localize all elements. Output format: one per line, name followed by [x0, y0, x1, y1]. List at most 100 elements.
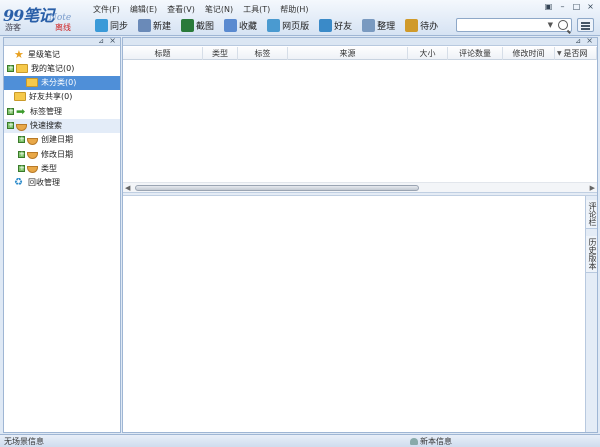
friends-button[interactable]: 好友	[316, 17, 355, 33]
tree-item-label: 创建日期	[41, 135, 73, 145]
date-icon	[27, 137, 38, 145]
sync-button[interactable]: 同步	[92, 17, 131, 33]
menu-file[interactable]: 文件(F)	[93, 4, 120, 16]
app-logo: 99笔记 Note 游客 离线	[3, 2, 87, 32]
column-header[interactable]: 大小	[408, 47, 448, 60]
close-panel-icon[interactable]: ×	[109, 36, 116, 45]
favorite-button[interactable]: 收藏	[221, 17, 260, 33]
minimize-icon[interactable]: –	[557, 2, 568, 11]
web-version-button[interactable]: 网页版	[264, 17, 312, 33]
menu-help[interactable]: 帮助(H)	[280, 4, 308, 16]
menu-note[interactable]: 笔记(N)	[205, 4, 233, 16]
tree-item[interactable]: 好友共享(0)	[4, 90, 120, 104]
tree-item[interactable]: + ➡ 标签管理	[4, 104, 120, 118]
tree-item[interactable]: + 快速搜索	[4, 118, 120, 133]
column-header[interactable]: 修改时间	[503, 47, 555, 60]
note-panel: ⊿ × 标题 类型 标签 来源 大小 评论数量 修改时间 是否网 ▼ ◀ ▶ 评论栏 历史版本	[122, 36, 598, 433]
tree-item[interactable]: ★ 星级笔记	[4, 47, 120, 61]
scroll-left-icon[interactable]: ◀	[125, 184, 130, 192]
folder-icon	[16, 63, 28, 73]
offline-status: 离线	[55, 23, 71, 32]
view-menu-button[interactable]	[577, 18, 594, 32]
user-label[interactable]: 游客	[5, 22, 21, 33]
todo-button[interactable]: 待办	[402, 17, 441, 33]
tab-history[interactable]: 历史版本	[586, 236, 597, 273]
status-bar: 无场景信息 新本信息	[0, 434, 600, 447]
screenshot-icon	[181, 18, 195, 32]
horizontal-scrollbar[interactable]: ◀ ▶	[123, 182, 597, 192]
restore-icon[interactable]: ▣	[543, 2, 554, 11]
column-header[interactable]: 类型	[203, 47, 238, 60]
side-tabs: 评论栏 历史版本	[585, 196, 597, 432]
search-dropdown-icon[interactable]: ▼	[548, 21, 553, 29]
tree-item[interactable]: + 修改日期	[4, 147, 120, 161]
sync-icon	[95, 18, 108, 32]
tree-item[interactable]: 未分类(0)	[4, 75, 120, 90]
tag-arrow-icon: ➡	[16, 104, 26, 118]
pin-icon[interactable]: ⊿	[575, 37, 581, 45]
toolbar-label: 网页版	[282, 21, 310, 32]
toolbar-label: 待办	[420, 21, 439, 32]
new-note-icon	[138, 18, 152, 32]
web-version-icon	[267, 18, 281, 32]
search-input[interactable]	[457, 19, 547, 31]
toolbar-label: 同步	[110, 21, 129, 32]
expand-icon[interactable]: +	[18, 136, 25, 144]
menu-view[interactable]: 查看(V)	[167, 4, 195, 16]
favorite-icon	[224, 18, 238, 32]
tree-item[interactable]: ♻ 回收管理	[4, 176, 120, 190]
scroll-right-icon[interactable]: ▶	[590, 184, 595, 192]
window-controls: ▣ – □ ×	[543, 2, 596, 11]
column-header[interactable]: 标签	[238, 47, 288, 60]
expand-icon[interactable]: +	[18, 150, 25, 158]
tree-item-label: 未分类(0)	[41, 78, 77, 88]
note-editor[interactable]	[123, 196, 585, 432]
tree-item-label: 类型	[41, 163, 57, 173]
column-header[interactable]: 来源	[288, 47, 408, 60]
expand-icon[interactable]: +	[7, 107, 14, 115]
tree-item-label: 回收管理	[28, 178, 60, 188]
tab-comments[interactable]: 评论栏	[586, 200, 597, 229]
sort-desc-icon: ▼	[557, 50, 562, 57]
expand-icon[interactable]: +	[18, 164, 25, 172]
shared-folder-icon	[14, 92, 26, 102]
status-message: 无场景信息	[4, 437, 44, 446]
tree-item[interactable]: + 我的笔记(0)	[4, 61, 120, 75]
star-icon: ★	[14, 47, 24, 61]
notebook-tree-panel: ⊿ × ★ 星级笔记 + 我的笔记(0) 未分类(0) 好友共享(0) + ➡ 标签管理 + 快速搜…	[3, 36, 121, 433]
note-list-header: 标题 类型 标签 来源 大小 评论数量 修改时间 是否网 ▼	[123, 47, 597, 60]
tree-item[interactable]: + 类型	[4, 161, 120, 175]
column-header[interactable]: 标题	[123, 47, 203, 60]
screenshot-button[interactable]: 截图	[178, 17, 217, 33]
todo-icon	[405, 18, 419, 32]
menu-tools[interactable]: 工具(T)	[243, 4, 270, 16]
top-bar: 99笔记 Note 游客 离线 文件(F) 编辑(E) 查看(V) 笔记(N) …	[0, 0, 600, 36]
close-panel-icon[interactable]: ×	[586, 36, 593, 45]
close-icon[interactable]: ×	[585, 2, 596, 11]
note-panel-header: ⊿ ×	[123, 36, 597, 46]
maximize-icon[interactable]: □	[571, 2, 582, 11]
scrollbar-thumb[interactable]	[135, 185, 419, 191]
tree-item-label: 好友共享(0)	[29, 92, 73, 102]
news-label: 新本信息	[420, 437, 452, 446]
pin-icon[interactable]: ⊿	[98, 37, 104, 45]
menu-edit[interactable]: 编辑(E)	[130, 4, 157, 16]
column-header[interactable]: 评论数量	[448, 47, 503, 60]
tree-item-label: 我的笔记(0)	[31, 63, 75, 73]
search-icon[interactable]	[558, 20, 568, 30]
toolbar-label: 好友	[334, 21, 353, 32]
friends-icon	[319, 18, 333, 32]
tree-item-label: 标签管理	[30, 106, 62, 116]
tree-item-label: 星级笔记	[28, 49, 60, 59]
new-note-button[interactable]: 新建	[135, 17, 174, 33]
news-info[interactable]: 新本信息	[410, 436, 452, 447]
expand-icon[interactable]: +	[7, 64, 14, 72]
menu-bar: 文件(F) 编辑(E) 查看(V) 笔记(N) 工具(T) 帮助(H)	[93, 4, 309, 16]
toolbar-label: 新建	[153, 21, 172, 32]
folder-icon	[26, 78, 38, 88]
search-box[interactable]: ▼	[456, 18, 572, 32]
expand-icon[interactable]: +	[7, 122, 14, 129]
organize-button[interactable]: 整理	[359, 17, 398, 33]
tree-item[interactable]: + 创建日期	[4, 133, 120, 147]
toolbar-label: 截图	[196, 21, 215, 32]
